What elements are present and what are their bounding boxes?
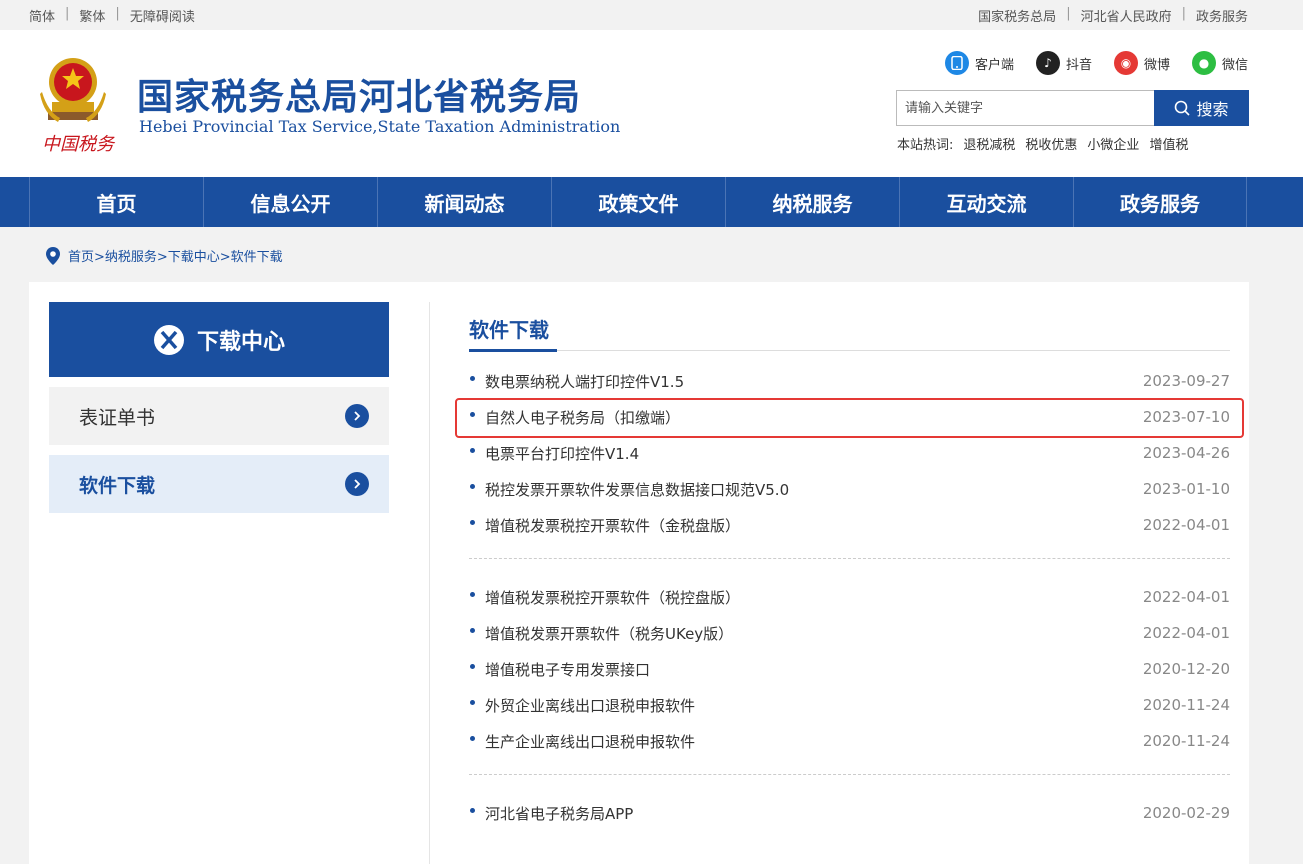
site-header: 中国税务 国家税务总局河北省税务局 Hebei Provincial Tax S… [0, 30, 1303, 177]
search-input[interactable] [896, 90, 1154, 126]
bullet-icon [470, 375, 475, 381]
list-item[interactable]: 增值税发票税控开票软件（金税盘版） 2022-04-01 [470, 510, 1230, 540]
separator: | [65, 6, 70, 21]
douyin-link[interactable]: ♪ 抖音 [1035, 51, 1092, 75]
separator: | [1066, 6, 1071, 21]
breadcrumb-path[interactable]: 首页>纳税服务>下载中心>软件下载 [68, 246, 283, 265]
bullet-icon [470, 447, 475, 453]
bullet-icon [470, 699, 475, 705]
list-item[interactable]: 外贸企业离线出口退税申报软件 2020-11-24 [470, 690, 1230, 720]
weibo-icon: ◉ [1113, 51, 1138, 75]
divider [429, 302, 430, 864]
separator: | [1181, 6, 1186, 21]
weibo-link[interactable]: ◉ 微博 [1113, 51, 1170, 75]
traditional-chinese-link[interactable]: 繁体 [79, 6, 105, 25]
section-underline [469, 350, 1230, 351]
list-item[interactable]: 税控发票开票软件发票信息数据接口规范V5.0 2023-01-10 [470, 474, 1230, 504]
list-item[interactable]: 增值税发票税控开票软件（税控盘版） 2022-04-01 [470, 582, 1230, 612]
section-title: 软件下载 [469, 318, 549, 342]
top-bar: 简体 | 繁体 | 无障碍阅读 国家税务总局 | 河北省人民政府 | 政务服务 [0, 0, 1303, 30]
sat-link[interactable]: 国家税务总局 [978, 6, 1056, 25]
main-nav: 首页 信息公开 新闻动态 政策文件 纳税服务 互动交流 政务服务 [0, 177, 1303, 227]
sidebar-header: 下载中心 [49, 302, 389, 377]
bullet-icon [470, 663, 475, 669]
nav-news[interactable]: 新闻动态 [377, 177, 551, 227]
nav-home[interactable]: 首页 [29, 177, 203, 227]
tax-emblem-icon[interactable] [38, 52, 108, 130]
accessibility-link[interactable]: 无障碍阅读 [130, 6, 195, 25]
nav-info-disclosure[interactable]: 信息公开 [203, 177, 377, 227]
chevron-right-icon [345, 472, 369, 496]
hot-word[interactable]: 税收优惠 [1025, 134, 1077, 153]
bullet-icon [470, 807, 475, 813]
social-links: 客户端 ♪ 抖音 ◉ 微博 ● 微信 [923, 51, 1248, 75]
list-item[interactable]: 生产企业离线出口退税申报软件 2020-11-24 [470, 726, 1230, 756]
search-bar: 搜索 [896, 90, 1249, 126]
bullet-icon [470, 519, 475, 525]
separator: | [115, 6, 120, 21]
nav-gov-service[interactable]: 政务服务 [1073, 177, 1247, 227]
sidebar-item-software[interactable]: 软件下载 [49, 455, 389, 513]
douyin-icon: ♪ [1035, 51, 1060, 75]
hot-words-label: 本站热词: [897, 138, 954, 153]
search-button[interactable]: 搜索 [1154, 90, 1249, 126]
wechat-link[interactable]: ● 微信 [1191, 51, 1248, 75]
nav-interaction[interactable]: 互动交流 [899, 177, 1073, 227]
location-pin-icon [46, 246, 60, 265]
simplified-chinese-link[interactable]: 简体 [29, 6, 55, 25]
nav-policy[interactable]: 政策文件 [551, 177, 725, 227]
group-divider [469, 558, 1230, 559]
client-link[interactable]: 客户端 [944, 51, 1014, 75]
section-underline-accent [469, 349, 557, 352]
download-center-logo-icon [153, 324, 184, 355]
site-subtitle: Hebei Provincial Tax Service,State Taxat… [139, 117, 621, 136]
chevron-right-icon [345, 404, 369, 428]
gov-service-link[interactable]: 政务服务 [1196, 6, 1248, 25]
bullet-icon [470, 735, 475, 741]
breadcrumb: 首页>纳税服务>下载中心>软件下载 [46, 246, 283, 265]
mobile-client-icon [944, 51, 969, 75]
wechat-icon: ● [1191, 51, 1216, 75]
emblem-caption: 中国税务 [42, 134, 114, 155]
list-item[interactable]: 增值税发票开票软件（税务UKey版） 2022-04-01 [470, 618, 1230, 648]
list-item[interactable]: 电票平台打印控件V1.4 2023-04-26 [470, 438, 1230, 468]
hot-word[interactable]: 小微企业 [1087, 134, 1139, 153]
hot-word[interactable]: 增值税 [1149, 134, 1188, 153]
list-item[interactable]: 数电票纳税人端打印控件V1.5 2023-09-27 [470, 366, 1230, 396]
list-item[interactable]: 增值税电子专用发票接口 2020-12-20 [470, 654, 1230, 684]
sidebar-item-forms[interactable]: 表证单书 [49, 387, 389, 445]
nav-tax-service[interactable]: 纳税服务 [725, 177, 899, 227]
search-icon [1175, 100, 1191, 116]
highlight-box [455, 398, 1244, 438]
hebei-gov-link[interactable]: 河北省人民政府 [1081, 6, 1172, 25]
group-divider [469, 774, 1230, 775]
hot-words: 本站热词: 退税减税 税收优惠 小微企业 增值税 [897, 134, 1198, 153]
bullet-icon [470, 591, 475, 597]
hot-word[interactable]: 退税减税 [963, 134, 1015, 153]
site-title[interactable]: 国家税务总局河北省税务局 [137, 68, 581, 120]
list-item[interactable]: 河北省电子税务局APP 2020-02-29 [470, 798, 1230, 828]
bullet-icon [470, 483, 475, 489]
bullet-icon [470, 627, 475, 633]
